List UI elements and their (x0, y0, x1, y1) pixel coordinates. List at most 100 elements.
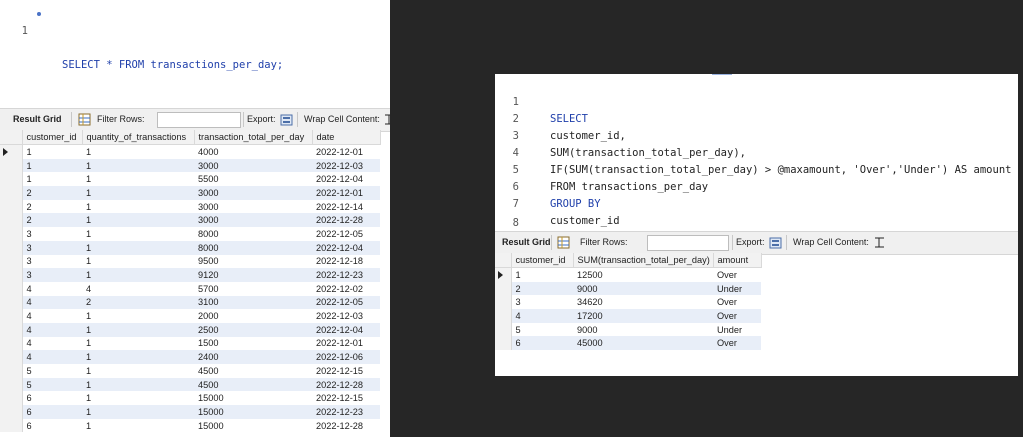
row-header[interactable] (495, 309, 512, 323)
table-cell[interactable]: 1 (82, 391, 194, 406)
table-cell[interactable]: 2022-12-01 (312, 186, 380, 200)
table-row[interactable]: 3 1 9500 2022-12-18 (0, 254, 380, 269)
row-header[interactable] (0, 418, 23, 433)
table-cell[interactable]: 1 (82, 144, 194, 159)
table-cell[interactable]: 2022-12-28 (312, 213, 380, 228)
table-cell[interactable]: 2022-12-14 (312, 199, 380, 214)
table-cell[interactable]: 4 (22, 350, 82, 364)
export-icon[interactable] (769, 236, 782, 249)
table-cell[interactable]: 2022-12-06 (312, 350, 380, 364)
row-header[interactable] (0, 227, 23, 241)
table-cell[interactable]: 2022-12-01 (312, 144, 380, 159)
table-cell[interactable]: 1 (22, 158, 82, 173)
table-cell[interactable]: 2500 (194, 322, 312, 337)
table-cell[interactable]: 2022-12-03 (312, 309, 380, 323)
table-cell[interactable]: 1500 (194, 336, 312, 351)
table-cell[interactable]: 3000 (194, 158, 312, 173)
table-cell[interactable]: 1 (82, 158, 194, 173)
table-cell[interactable]: 6 (511, 336, 573, 351)
table-cell[interactable]: 2 (22, 199, 82, 214)
table-cell[interactable]: 5 (22, 364, 82, 378)
row-header[interactable] (0, 158, 23, 173)
row-header[interactable] (0, 309, 23, 323)
table-row[interactable]: 4 1 2500 2022-12-04 (0, 322, 380, 337)
table-cell[interactable]: 2400 (194, 350, 312, 364)
table-cell[interactable]: 3 (22, 227, 82, 241)
table-cell[interactable]: 3 (22, 268, 82, 282)
filter-rows-input[interactable] (157, 112, 241, 128)
table-row[interactable]: 4 17200 Over (495, 309, 761, 323)
table-cell[interactable]: 1 (82, 227, 194, 241)
row-header[interactable] (0, 322, 23, 337)
table-cell[interactable]: 34620 (573, 295, 713, 310)
row-header[interactable] (0, 199, 23, 214)
table-row[interactable]: 6 45000 Over (495, 336, 761, 351)
table-cell[interactable]: 1 (82, 213, 194, 228)
table-cell[interactable]: 1 (82, 172, 194, 187)
table-row[interactable]: 5 1 4500 2022-12-28 (0, 377, 380, 392)
table-cell[interactable]: 1 (82, 350, 194, 364)
table-cell[interactable]: 1 (82, 322, 194, 337)
table-row[interactable]: 4 4 5700 2022-12-02 (0, 281, 380, 296)
grid-icon[interactable] (78, 113, 91, 126)
filter-rows-input[interactable] (647, 235, 729, 251)
table-row[interactable]: 5 9000 Under (495, 322, 761, 337)
table-cell[interactable]: 2022-12-15 (312, 391, 380, 406)
table-row[interactable]: 4 1 2000 2022-12-03 (0, 309, 380, 323)
table-cell[interactable]: 2 (511, 281, 573, 296)
export-icon[interactable] (280, 113, 293, 126)
row-header[interactable] (0, 364, 23, 378)
column-header[interactable]: SUM(transaction_total_per_day) (573, 253, 714, 268)
table-cell[interactable]: 4000 (194, 144, 312, 159)
table-row[interactable]: 2 1 3000 2022-12-01 (0, 186, 380, 200)
table-row[interactable]: 6 1 15000 2022-12-15 (0, 391, 380, 406)
table-row[interactable]: 3 1 8000 2022-12-04 (0, 240, 380, 255)
table-cell[interactable]: Over (713, 295, 761, 310)
table-cell[interactable]: 15000 (194, 405, 312, 419)
table-cell[interactable]: 1 (82, 405, 194, 419)
table-row[interactable]: 1 1 5500 2022-12-04 (0, 172, 380, 187)
column-header[interactable]: quantity_of_transactions (82, 130, 195, 145)
table-cell[interactable]: 2022-12-23 (312, 268, 380, 282)
table-cell[interactable]: 4 (22, 309, 82, 323)
row-header[interactable] (0, 391, 23, 406)
table-cell[interactable]: Under (713, 322, 761, 337)
table-cell[interactable]: 2 (22, 213, 82, 228)
table-cell[interactable]: 5700 (194, 281, 312, 296)
row-header[interactable] (0, 186, 23, 200)
table-cell[interactable]: 2022-12-02 (312, 281, 380, 296)
table-cell[interactable]: 3000 (194, 186, 312, 200)
right-sql-editor[interactable]: 1 SELECT 2 customer_id, 3 SUM(transactio… (495, 74, 1018, 229)
table-cell[interactable]: 1 (22, 144, 82, 159)
table-cell[interactable]: 1 (82, 418, 194, 433)
table-cell[interactable]: 1 (82, 309, 194, 323)
table-cell[interactable]: 9000 (573, 322, 713, 337)
table-cell[interactable]: 3 (511, 295, 573, 310)
table-cell[interactable]: 2022-12-18 (312, 254, 380, 269)
table-row[interactable]: 5 1 4500 2022-12-15 (0, 364, 380, 378)
table-cell[interactable]: 5 (511, 322, 573, 337)
row-header[interactable] (495, 295, 512, 310)
table-cell[interactable]: 1 (82, 199, 194, 214)
table-row[interactable]: 4 1 2400 2022-12-06 (0, 350, 380, 364)
row-header[interactable] (0, 268, 23, 282)
table-cell[interactable]: 2022-12-04 (312, 322, 380, 337)
table-cell[interactable]: 4 (22, 322, 82, 337)
table-cell[interactable]: 2 (22, 186, 82, 200)
row-header[interactable] (0, 281, 23, 296)
column-header[interactable]: amount (713, 253, 762, 268)
table-cell[interactable]: 1 (82, 336, 194, 351)
grid-icon[interactable] (557, 236, 570, 249)
table-cell[interactable]: 1 (22, 172, 82, 187)
table-row[interactable]: 3 1 8000 2022-12-05 (0, 227, 380, 241)
table-cell[interactable]: 1 (82, 364, 194, 378)
table-cell[interactable]: 5 (22, 377, 82, 392)
result-grid-tab[interactable]: Result Grid (13, 114, 62, 124)
table-row[interactable]: 1 1 3000 2022-12-03 (0, 158, 380, 173)
table-cell[interactable]: 3 (22, 254, 82, 269)
row-header[interactable] (0, 172, 23, 187)
table-cell[interactable]: 6 (22, 418, 82, 433)
table-cell[interactable]: 15000 (194, 418, 312, 433)
row-header[interactable] (495, 336, 512, 351)
table-cell[interactable]: 2022-12-01 (312, 336, 380, 351)
